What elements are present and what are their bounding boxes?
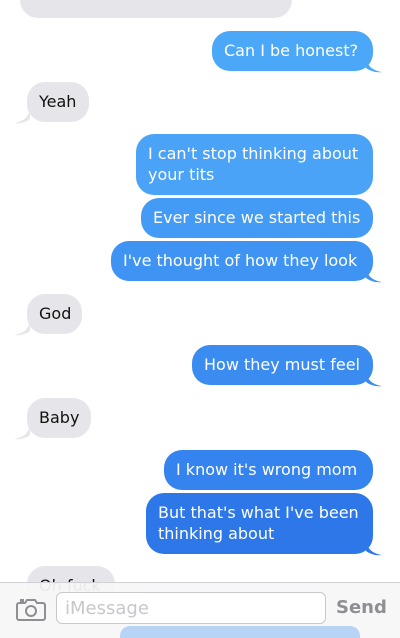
send-button[interactable]: Send (336, 597, 387, 618)
outgoing-bubble: Can I be honest? (212, 31, 373, 71)
partial-incoming-bubble (20, 0, 292, 18)
outgoing-bubble: I can't stop thinking about your tits (136, 134, 373, 195)
bubble-tail (366, 269, 382, 283)
outgoing-bubble: But that's what I've been thinking about (146, 493, 373, 554)
incoming-bubble: Yeah (27, 82, 89, 122)
outgoing-bubble: I know it's wrong mom (164, 450, 373, 490)
message-text: How they must feel (204, 355, 360, 374)
message-text: I've thought of how they look (123, 251, 358, 270)
hidden-outgoing-bubble (120, 626, 360, 638)
message-text: Yeah (39, 92, 77, 111)
conversation-screen: Can I be honest? Yeah I can't stop think… (0, 0, 400, 638)
outgoing-bubble: I've thought of how they look (111, 241, 373, 281)
bubble-tail (366, 59, 382, 73)
bubble-tail (14, 426, 30, 440)
incoming-bubble: Baby (27, 398, 91, 438)
message-text: I can't stop thinking about your tits (148, 144, 359, 184)
bubble-tail (366, 542, 382, 556)
outgoing-bubble: How they must feel (192, 345, 373, 385)
incoming-bubble: God (27, 294, 82, 334)
message-text: God (39, 304, 72, 323)
message-text: Ever since we started this (153, 208, 361, 227)
bubble-tail (14, 322, 30, 336)
message-input[interactable] (56, 592, 326, 624)
message-text: But that's what I've been thinking about (158, 503, 359, 543)
message-text: Can I be honest? (224, 41, 359, 60)
bubble-tail (366, 373, 382, 387)
camera-icon[interactable] (16, 597, 46, 621)
bubble-tail (14, 110, 30, 124)
outgoing-bubble: Ever since we started this (141, 198, 373, 238)
message-text: Baby (39, 408, 80, 427)
message-text: I know it's wrong mom (176, 460, 358, 479)
